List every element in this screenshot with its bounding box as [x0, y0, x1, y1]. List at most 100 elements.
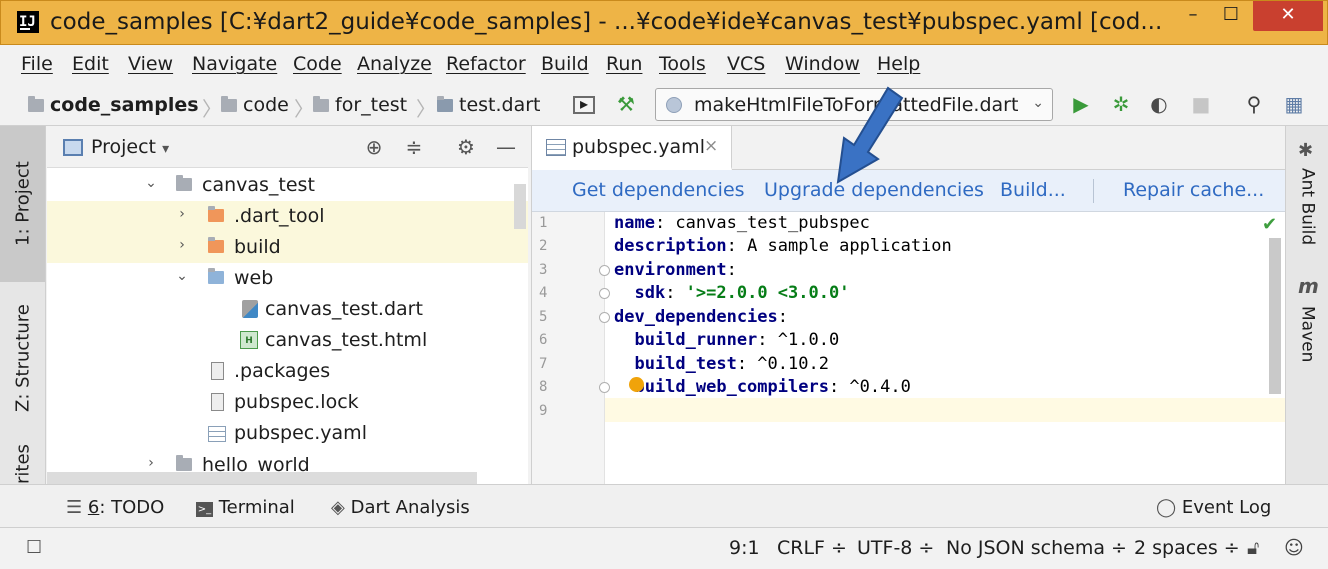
- web-folder-icon: [208, 268, 224, 284]
- tree-item-pubspec-lock[interactable]: pubspec.lock: [47, 387, 528, 418]
- menu-run[interactable]: Run: [606, 53, 642, 75]
- encoding-select[interactable]: UTF-8 ÷: [857, 537, 934, 559]
- expand-arrow-icon[interactable]: ⌄: [143, 175, 159, 191]
- run-icon[interactable]: ▶: [1068, 93, 1094, 115]
- collapsed-arrow-icon[interactable]: ›: [174, 206, 190, 222]
- repair-cache-link[interactable]: Repair cache...: [1123, 179, 1264, 201]
- dart-file-icon: [242, 300, 258, 318]
- toggle-tool-windows-icon[interactable]: ☐: [26, 537, 42, 558]
- menu-build[interactable]: Build: [541, 53, 589, 75]
- tree-item-canvas-test[interactable]: ⌄ canvas_test: [47, 170, 528, 201]
- right-tool-strip: ✱ Ant Build m Maven: [1285, 126, 1328, 484]
- json-schema-select[interactable]: No JSON schema ÷: [946, 537, 1127, 559]
- event-log-tool-button[interactable]: ◯ Event Log: [1156, 497, 1271, 518]
- folder-icon: [28, 96, 44, 112]
- tree-item-pubspec-yaml[interactable]: pubspec.yaml: [47, 418, 528, 449]
- close-button[interactable]: ✕: [1253, 1, 1323, 31]
- project-vertical-scrollbar[interactable]: [514, 184, 526, 229]
- yaml-value: :: [777, 307, 789, 327]
- code-line-6[interactable]: build_runner: ^1.0.0: [614, 330, 839, 350]
- menu-edit[interactable]: Edit: [72, 53, 109, 75]
- locate-file-icon[interactable]: ⊕: [362, 135, 386, 159]
- yaml-value: :: [726, 260, 737, 280]
- favorites-tool-tab[interactable]: rites: [0, 444, 45, 484]
- menu-vcs[interactable]: VCS: [727, 53, 765, 75]
- fold-marker-icon[interactable]: [599, 265, 610, 276]
- get-dependencies-link[interactable]: Get dependencies: [572, 179, 745, 201]
- collapse-all-icon[interactable]: ≑: [402, 135, 426, 159]
- stop-icon[interactable]: ■: [1188, 93, 1214, 115]
- code-line-1[interactable]: name: canvas_test_pubspec: [614, 213, 870, 233]
- breadcrumb-label: code_samples: [50, 94, 199, 116]
- menu-window[interactable]: Window: [785, 53, 860, 75]
- ant-build-tool-tab[interactable]: Ant Build: [1286, 168, 1328, 248]
- fold-marker-icon[interactable]: [599, 312, 610, 323]
- intention-bulb-icon[interactable]: [629, 377, 644, 392]
- tool-window-bar: ☰ 6: TODO >_ Terminal ◈ Dart Analysis ◯ …: [0, 484, 1328, 528]
- tab-pubspec-yaml[interactable]: pubspec.yaml ×: [532, 126, 732, 170]
- breadcrumb-code[interactable]: code: [221, 94, 289, 116]
- menu-help[interactable]: Help: [877, 53, 920, 75]
- indent-select[interactable]: 2 spaces ÷: [1134, 537, 1240, 559]
- dart-analysis-tool-button[interactable]: ◈ Dart Analysis: [331, 497, 470, 518]
- menu-view[interactable]: View: [128, 53, 173, 75]
- gear-icon[interactable]: ⚙: [454, 135, 478, 159]
- maven-tool-tab[interactable]: Maven: [1286, 306, 1328, 366]
- breadcrumb-test-dart[interactable]: test.dart: [437, 94, 541, 116]
- search-icon[interactable]: ⚲: [1241, 93, 1267, 115]
- terminal-tool-button[interactable]: >_ Terminal: [196, 497, 295, 518]
- structure-tool-tab[interactable]: Z: Structure: [0, 286, 45, 431]
- menu-refactor[interactable]: Refactor: [446, 53, 526, 75]
- project-title: Project: [91, 136, 157, 158]
- tree-item-canvas-test-dart[interactable]: canvas_test.dart: [47, 294, 528, 325]
- tree-item-dart-tool[interactable]: › .dart_tool: [47, 201, 528, 232]
- code-line-4[interactable]: sdk: '>=2.0.0 <3.0.0': [614, 283, 849, 303]
- coverage-icon[interactable]: ◐: [1146, 93, 1172, 115]
- tree-item-packages[interactable]: .packages: [47, 356, 528, 387]
- breadcrumb-for-test[interactable]: for_test: [313, 94, 407, 116]
- minimize-button[interactable]: –: [1178, 1, 1208, 31]
- project-tool-tab[interactable]: 1: Project: [0, 126, 45, 282]
- code-line-7[interactable]: build_test: ^0.10.2: [614, 354, 828, 374]
- tree-item-build[interactable]: › build: [47, 232, 528, 263]
- maximize-button[interactable]: ☐: [1216, 1, 1246, 31]
- code-line-8[interactable]: build_web_compilers: ^0.4.0: [614, 377, 910, 397]
- tool-window-icon[interactable]: ▸: [573, 96, 595, 114]
- build-link[interactable]: Build...: [1000, 179, 1066, 201]
- lock-icon[interactable]: 🔓︎: [1247, 537, 1259, 559]
- project-structure-icon[interactable]: ▦: [1281, 93, 1307, 115]
- tree-item-canvas-test-html[interactable]: H canvas_test.html: [47, 325, 528, 356]
- line-number: 5: [539, 309, 548, 325]
- debug-icon[interactable]: ✲: [1108, 93, 1134, 115]
- menu-tools[interactable]: Tools: [659, 53, 706, 75]
- yaml-key: dev_dependencies: [614, 307, 778, 327]
- collapsed-arrow-icon[interactable]: ›: [174, 237, 190, 253]
- inspection-ok-icon[interactable]: ✔: [1262, 214, 1277, 235]
- hide-panel-icon[interactable]: —: [494, 135, 518, 159]
- close-tab-icon[interactable]: ×: [704, 136, 718, 156]
- expand-arrow-icon[interactable]: ⌄: [174, 268, 190, 284]
- editor-vertical-scrollbar[interactable]: [1269, 238, 1281, 394]
- list-icon: ☰: [66, 497, 83, 518]
- caret-position[interactable]: 9:1: [729, 537, 760, 559]
- line-separator-select[interactable]: CRLF ÷: [777, 537, 847, 559]
- code-line-3[interactable]: environment:: [614, 260, 737, 280]
- project-horizontal-scrollbar[interactable]: [47, 472, 477, 484]
- breadcrumb-code-samples[interactable]: code_samples: [28, 94, 199, 116]
- inspector-icon[interactable]: ☺: [1284, 537, 1304, 559]
- yaml-key: description: [614, 236, 727, 256]
- code-line-5[interactable]: dev_dependencies:: [614, 307, 788, 327]
- orange-folder-icon: [208, 237, 224, 253]
- project-view-selector[interactable]: Project ▾: [91, 136, 169, 158]
- fold-end-icon[interactable]: [599, 382, 610, 393]
- fold-end-icon[interactable]: [599, 288, 610, 299]
- menu-file[interactable]: File: [21, 53, 53, 75]
- build-hammer-icon[interactable]: ⚒: [613, 93, 639, 115]
- menu-navigate[interactable]: Navigate: [192, 53, 277, 75]
- code-line-2[interactable]: description: A sample application: [614, 236, 952, 256]
- collapsed-arrow-icon[interactable]: ›: [143, 455, 159, 471]
- tree-item-web[interactable]: ⌄ web: [47, 263, 528, 294]
- menu-code[interactable]: Code: [293, 53, 342, 75]
- menu-analyze[interactable]: Analyze: [357, 53, 432, 75]
- todo-tool-button[interactable]: ☰ 6: TODO: [66, 497, 164, 518]
